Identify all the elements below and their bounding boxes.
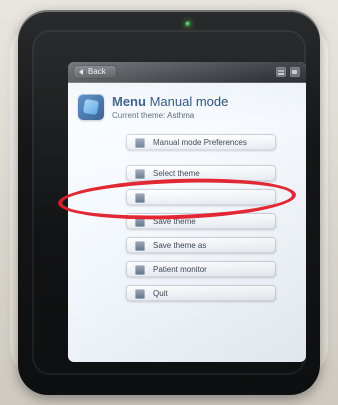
current-theme-subtitle: Current theme: Asthma bbox=[112, 111, 195, 120]
network-icon bbox=[276, 67, 286, 77]
menu-list: Manual mode Preferences Select theme Sav… bbox=[126, 134, 276, 339]
top-bar: Back bbox=[68, 62, 306, 83]
page-title-rest: Manual mode bbox=[145, 94, 229, 109]
menu-item-patient-monitor[interactable]: Patient monitor bbox=[126, 261, 276, 277]
menu-item-label: Patient monitor bbox=[153, 265, 207, 274]
battery-icon bbox=[290, 67, 300, 77]
menu-item-label: Quit bbox=[153, 289, 168, 298]
menu-item-save-theme-as[interactable]: Save theme as bbox=[126, 237, 276, 253]
quit-icon bbox=[135, 289, 145, 299]
select-theme-icon bbox=[135, 169, 145, 179]
back-button-label: Back bbox=[88, 67, 106, 76]
camera-indicator-icon bbox=[185, 21, 191, 27]
menu-header: Menu Manual mode Current theme: Asthma bbox=[78, 90, 296, 130]
status-icons bbox=[276, 66, 300, 78]
app-icon bbox=[78, 94, 104, 120]
menu-item-manual-mode-preferences[interactable]: Manual mode Preferences bbox=[126, 134, 276, 150]
menu-item-label: Save theme as bbox=[153, 241, 207, 250]
page-title: Menu Manual mode bbox=[112, 94, 296, 110]
menu-item-label: Manual mode Preferences bbox=[153, 138, 247, 147]
save-as-icon bbox=[135, 241, 145, 251]
menu-item-quit[interactable]: Quit bbox=[126, 285, 276, 301]
patient-monitor-icon bbox=[135, 265, 145, 275]
back-button[interactable]: Back bbox=[74, 66, 116, 78]
top-bar-center-text bbox=[166, 67, 222, 77]
preferences-icon bbox=[135, 138, 145, 148]
page-title-strong: Menu bbox=[112, 94, 146, 109]
